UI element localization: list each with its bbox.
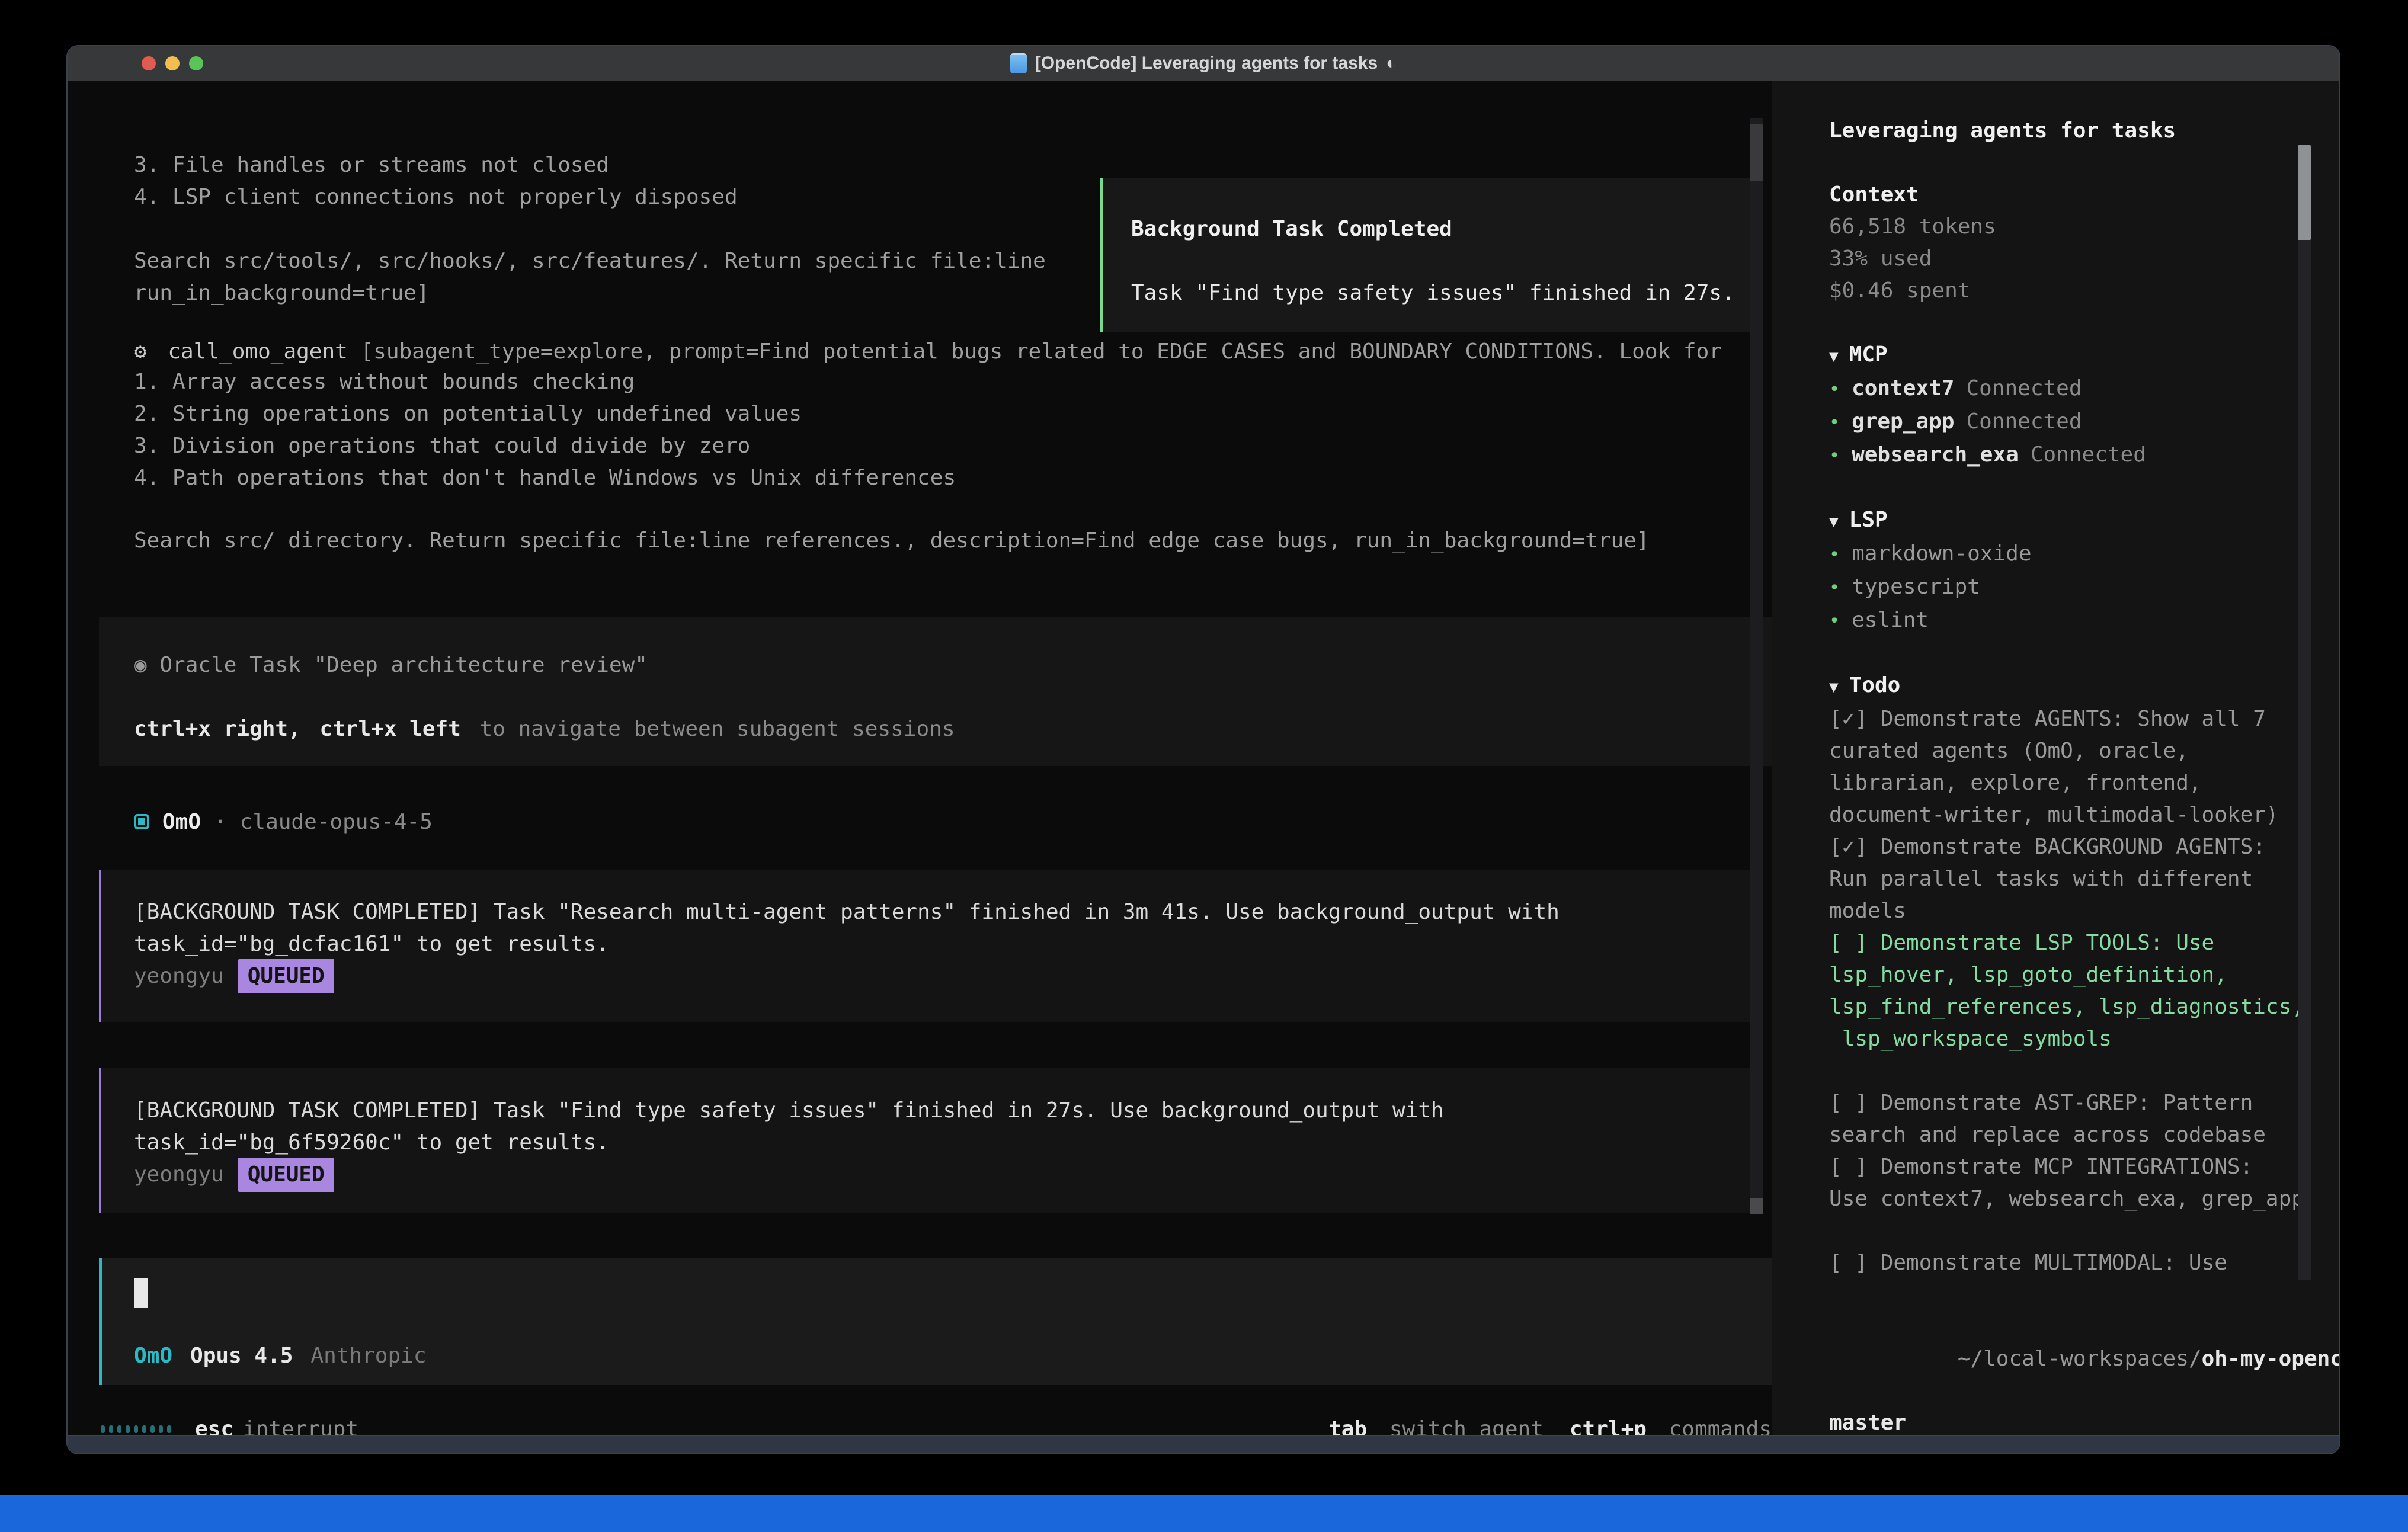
todo-section-header[interactable]: ▼Todo (1829, 669, 2340, 703)
context-spent: $0.46 spent (1829, 275, 2340, 307)
status-dot-icon: • (1829, 446, 1840, 466)
context-heading: Context (1829, 179, 2340, 211)
message-line-2: task_id="bg_6f59260c" to get results. (134, 1127, 1758, 1159)
separator-dot: · (214, 810, 227, 834)
status-dot-icon: • (1829, 379, 1840, 400)
current-model-label[interactable]: Opus 4.5 (190, 1344, 293, 1368)
tool-call-tail: Search src/ directory. Return specific f… (134, 525, 1650, 557)
prompt-input[interactable]: OmO Opus 4.5 Anthropic (99, 1258, 1772, 1385)
queued-status-badge: QUEUED (238, 959, 334, 993)
context-used: 33% used (1829, 243, 2340, 275)
lsp-item: •eslint (1829, 604, 2340, 637)
window-title-text: [OpenCode] Leveraging agents for tasks (1035, 53, 1378, 73)
message-author: yeongyu (134, 1159, 224, 1191)
terminal-document-icon (1010, 53, 1027, 73)
subagent-navigation-hint: ctrl+x right, ctrl+x left to navigate be… (134, 713, 1772, 745)
tool-call-prompt-list: 1. Array access without bounds checking … (134, 366, 956, 494)
background-task-message: [BACKGROUND TASK COMPLETED] Task "Find t… (99, 1068, 1758, 1213)
tool-call-line: ⚙ call_omo_agent [subagent_type=explore,… (134, 336, 1751, 368)
sidebar-scrollbar[interactable] (2298, 145, 2311, 1280)
workspace-path: ~/local-workspaces/oh-my-opencode: (1829, 1311, 2340, 1407)
main-scrollbar-thumb-top[interactable] (1750, 124, 1763, 181)
oracle-task-panel: ◉ Oracle Task "Deep architecture review"… (99, 617, 1772, 766)
window-title: [OpenCode] Leveraging agents for tasks ◐ (68, 46, 2339, 81)
agent-header: OmO · claude-opus-4-5 (134, 806, 433, 838)
background-task-toast: Background Task Completed Task "Find typ… (1100, 178, 1758, 332)
main-scrollbar[interactable] (1750, 118, 1763, 1214)
sidebar-scrollbar-thumb[interactable] (2298, 145, 2311, 240)
session-sidebar: Leveraging agents for tasks Context 66,5… (1772, 81, 2340, 1438)
lsp-section-header[interactable]: ▼LSP (1829, 504, 2340, 538)
toast-body: Task "Find type safety issues" finished … (1131, 277, 1756, 309)
current-provider-label: Anthropic (310, 1344, 426, 1368)
spinner-dots (101, 1425, 171, 1433)
toast-title: Background Task Completed (1131, 213, 1756, 245)
gear-icon: ⚙ (134, 339, 147, 364)
message-line-1: [BACKGROUND TASK COMPLETED] Task "Resear… (134, 896, 1758, 928)
current-agent-label[interactable]: OmO (134, 1344, 172, 1368)
agent-name: OmO (162, 810, 201, 834)
terminal-content: 3. File handles or streams not closed 4.… (68, 81, 2339, 1438)
todo-item-active: [ ] Demonstrate LSP TOOLS: Use lsp_hover… (1829, 927, 2309, 1055)
input-meta-row: OmO Opus 4.5 Anthropic (134, 1339, 427, 1371)
todo-item-done: [✓] Demonstrate BACKGROUND AGENTS: Run p… (1829, 831, 2309, 927)
text-cursor (134, 1278, 148, 1308)
progress-moon-icon: ◐ (1386, 53, 1397, 73)
lsp-item: •markdown-oxide (1829, 538, 2340, 571)
status-dot-icon: • (1829, 578, 1840, 598)
todo-item-done: [✓] Demonstrate AGENTS: Show all 7 curat… (1829, 703, 2309, 831)
chat-main-area: 3. File handles or streams not closed 4.… (68, 81, 1772, 1438)
todo-item-pending: [ ] Demonstrate MCP INTEGRATIONS: Use co… (1829, 1151, 2309, 1215)
chevron-down-icon: ▼ (1829, 513, 1839, 531)
terminal-window: [OpenCode] Leveraging agents for tasks ◐… (66, 45, 2340, 1454)
context-tokens: 66,518 tokens (1829, 211, 2340, 243)
git-branch: master (1829, 1407, 2340, 1439)
titlebar[interactable]: [OpenCode] Leveraging agents for tasks ◐ (68, 46, 2339, 81)
tool-call-args: [subagent_type=explore, prompt=Find pote… (361, 339, 1722, 364)
lsp-item: •typescript (1829, 571, 2340, 604)
desktop-wallpaper-strip (0, 1495, 2408, 1532)
main-scrollbar-thumb[interactable] (1750, 1198, 1763, 1214)
mcp-section-header[interactable]: ▼MCP (1829, 339, 2340, 373)
message-line-2: task_id="bg_dcfac161" to get results. (134, 928, 1758, 960)
queued-status-badge: QUEUED (238, 1158, 334, 1192)
chevron-down-icon: ▼ (1829, 348, 1839, 366)
mcp-item: •grep_appConnected (1829, 406, 2340, 439)
status-dot-icon: • (1829, 544, 1840, 565)
todo-item-pending: [ ] Demonstrate AST-GREP: Pattern search… (1829, 1087, 2309, 1151)
chevron-down-icon: ▼ (1829, 678, 1839, 696)
message-author: yeongyu (134, 960, 224, 992)
window-bottom-edge (68, 1435, 2339, 1453)
agent-model: claude-opus-4-5 (240, 810, 433, 834)
todo-item-pending: [ ] Demonstrate MULTIMODAL: Use (1829, 1247, 2309, 1279)
tool-call-name: call_omo_agent (168, 339, 347, 364)
status-dot-icon: • (1829, 611, 1840, 632)
session-title: Leveraging agents for tasks (1829, 115, 2340, 147)
background-task-message: [BACKGROUND TASK COMPLETED] Task "Resear… (99, 870, 1758, 1022)
agent-checkbox-icon (134, 814, 149, 829)
message-line-1: [BACKGROUND TASK COMPLETED] Task "Find t… (134, 1095, 1758, 1127)
mcp-item: •context7Connected (1829, 373, 2340, 406)
status-dot-icon: • (1829, 412, 1840, 433)
oracle-task-title: ◉ Oracle Task "Deep architecture review" (134, 649, 1772, 681)
scrollback-text: 3. File handles or streams not closed 4.… (134, 149, 1046, 309)
mcp-item: •websearch_exaConnected (1829, 439, 2340, 472)
record-circle-icon: ◉ (134, 653, 147, 677)
